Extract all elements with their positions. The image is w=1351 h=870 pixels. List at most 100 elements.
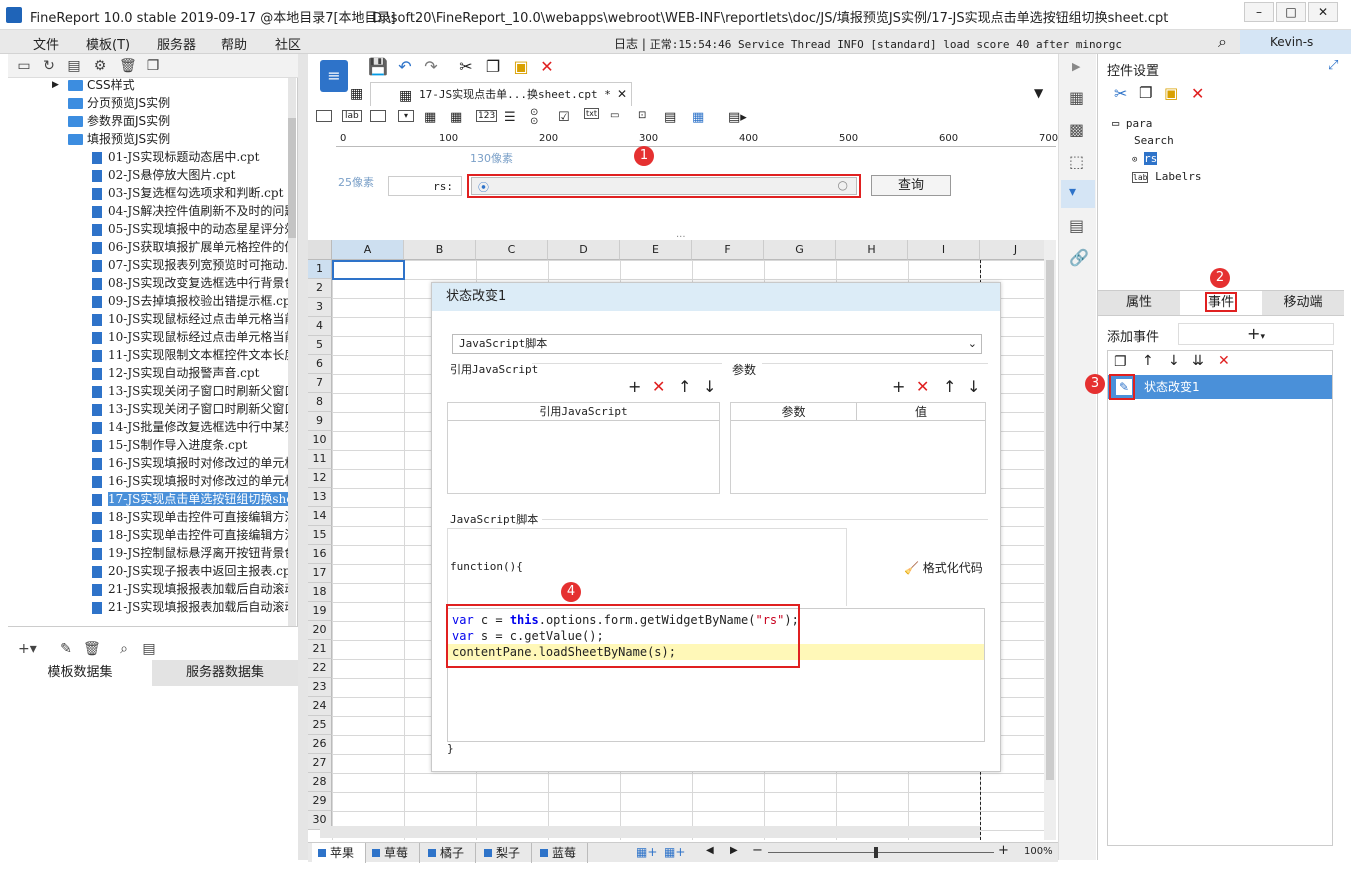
zoom-slider[interactable] xyxy=(768,852,994,853)
sheet-tab-orange[interactable]: 橘子 xyxy=(422,843,476,863)
tree-file[interactable]: 15-JS制作导入进度条.cpt xyxy=(8,436,290,454)
menu-template[interactable]: 模板(T) xyxy=(86,34,130,53)
tree-file[interactable]: 09-JS去掉填报校验出错提示框.cp xyxy=(8,292,290,310)
ref-js-table[interactable]: 引用JavaScript xyxy=(447,402,720,494)
row-header[interactable]: 13 xyxy=(308,488,332,507)
tree-file[interactable]: 14-JS批量修改复选框选中行中某列 xyxy=(8,418,290,436)
expand-icon[interactable]: ▤ xyxy=(1069,216,1084,235)
condition-attr-icon[interactable]: ▩ xyxy=(1069,120,1084,139)
tree-file[interactable]: 02-JS悬停放大图片.cpt xyxy=(8,166,290,184)
query-button[interactable]: 查询 xyxy=(871,175,951,196)
row-header[interactable]: 29 xyxy=(308,792,332,811)
new-template-icon[interactable]: ≡ xyxy=(320,60,348,92)
zoom-out-icon[interactable]: − xyxy=(752,843,763,858)
add-polysheet-icon[interactable]: ▦+ xyxy=(664,845,685,859)
move-bottom-icon[interactable]: ⇊ xyxy=(1192,353,1204,369)
widget-checkbox-icon[interactable]: ☑ xyxy=(558,110,570,125)
copy-icon[interactable]: ❐ xyxy=(482,56,504,78)
row-header[interactable]: 23 xyxy=(308,678,332,697)
tree-file[interactable]: 10-JS实现鼠标经过点击单元格当前 xyxy=(8,328,290,346)
undo-icon[interactable]: ↶ xyxy=(394,56,416,78)
column-header[interactable]: H xyxy=(836,240,908,260)
next-sheet-icon[interactable]: ▶ xyxy=(730,845,738,856)
chevron-down-icon[interactable]: ⌄ xyxy=(968,335,977,353)
tree-file[interactable]: 13-JS实现关闭子窗口时刷新父窗口 xyxy=(8,400,290,418)
row-header[interactable]: 10 xyxy=(308,431,332,450)
sheet-tab-strawberry[interactable]: 草莓 xyxy=(366,843,420,863)
delete-icon[interactable]: 🗑 xyxy=(83,641,101,657)
splitter[interactable] xyxy=(298,54,308,860)
link-icon[interactable]: 🔗 xyxy=(1069,248,1089,267)
move-up-icon[interactable]: ↑ xyxy=(678,379,691,395)
tree-folder[interactable]: ▶ CSS样式 xyxy=(8,78,290,94)
cell-element-icon[interactable]: ⬚ xyxy=(1069,152,1084,171)
delete-icon[interactable]: ✕ xyxy=(1191,84,1204,103)
widget-text-icon[interactable]: txt xyxy=(584,108,600,119)
widget-number-icon[interactable]: 123 xyxy=(476,110,498,122)
tree-file[interactable]: 19-JS控制鼠标悬浮离开按钮背景色 xyxy=(8,544,290,562)
format-code-button[interactable]: 🧹 格式化代码 xyxy=(904,559,983,576)
add-event-button[interactable]: +▾ xyxy=(1178,323,1334,345)
tree-file[interactable]: 04-JS解决控件值刷新不及时的问题 xyxy=(8,202,290,220)
add-icon[interactable]: + xyxy=(628,379,641,395)
menu-help[interactable]: 帮助 xyxy=(221,34,247,53)
tree-file[interactable]: 21-JS实现填报报表加载后自动滚动 xyxy=(8,598,290,616)
corner-cell[interactable] xyxy=(308,240,332,260)
row-header[interactable]: 18 xyxy=(308,583,332,602)
tree-file[interactable]: 08-JS实现改变复选框选中行背景色 xyxy=(8,274,290,292)
row-header[interactable]: 27 xyxy=(308,754,332,773)
menu-server[interactable]: 服务器 xyxy=(157,34,196,53)
row-header[interactable]: 11 xyxy=(308,450,332,469)
sheet-vscroll[interactable] xyxy=(1044,240,1056,840)
selected-cell[interactable] xyxy=(332,260,405,280)
widget-textarea-icon[interactable]: ☰ xyxy=(504,110,516,125)
column-header[interactable]: E xyxy=(620,240,692,260)
widget-radio-icon[interactable]: ⊙ ⊙ xyxy=(530,108,538,127)
prev-sheet-icon[interactable]: ◀ xyxy=(706,845,714,856)
row-header[interactable]: 5 xyxy=(308,336,332,355)
row-header[interactable]: 7 xyxy=(308,374,332,393)
add-dataset-icon[interactable]: +▾ xyxy=(18,641,37,657)
row-header[interactable]: 22 xyxy=(308,659,332,678)
row-header[interactable]: 19 xyxy=(308,602,332,621)
row-header[interactable]: 2 xyxy=(308,279,332,298)
menu-file[interactable]: 文件 xyxy=(33,34,59,53)
widget-tree-icon[interactable]: ⊡ xyxy=(638,110,646,121)
column-header[interactable]: J xyxy=(980,240,1052,260)
tree-folder[interactable]: 参数界面JS实例 xyxy=(8,112,290,130)
remove-icon[interactable]: ✕ xyxy=(916,379,929,395)
refresh-icon[interactable]: ↻ xyxy=(41,58,57,74)
row-header[interactable]: 24 xyxy=(308,697,332,716)
tree-file[interactable]: 03-JS复选框勾选项求和判断.cpt xyxy=(8,184,290,202)
widget-label-icon[interactable] xyxy=(316,110,332,122)
zoom-in-icon[interactable]: + xyxy=(998,843,1009,858)
settings-icon[interactable]: ⚙ xyxy=(92,58,108,74)
close-tab-icon[interactable]: ✕ xyxy=(617,83,627,105)
widget-date-icon[interactable]: ▦ xyxy=(424,110,436,125)
column-header[interactable]: F xyxy=(692,240,764,260)
radio-icon[interactable]: ○ xyxy=(838,178,848,192)
row-header[interactable]: 14 xyxy=(308,507,332,526)
event-item[interactable]: 状态改变1 xyxy=(1108,375,1332,399)
tab-menu-icon[interactable]: ▼ xyxy=(1034,86,1043,100)
script-type-select[interactable]: JavaScript脚本 ⌄ xyxy=(452,334,982,354)
add-icon[interactable]: + xyxy=(892,379,905,395)
row-header[interactable]: 4 xyxy=(308,317,332,336)
widget-textbox-icon[interactable]: lab xyxy=(342,110,362,122)
delete-event-icon[interactable]: ✕ xyxy=(1218,353,1230,369)
tree-file[interactable]: 10-JS实现鼠标经过点击单元格当前 xyxy=(8,310,290,328)
widget-settings-icon[interactable]: ▾ xyxy=(1069,184,1076,200)
widget-more-icon[interactable]: ▤▸ xyxy=(728,110,747,125)
edit-icon[interactable]: ✎ xyxy=(58,641,74,657)
row-header[interactable]: 17 xyxy=(308,564,332,583)
column-header[interactable]: A xyxy=(332,240,404,260)
sheet-tab-blueberry[interactable]: 蓝莓 xyxy=(534,843,588,863)
widget-table-icon[interactable]: ▦ xyxy=(450,110,462,125)
column-header[interactable]: I xyxy=(908,240,980,260)
column-header[interactable]: G xyxy=(764,240,836,260)
move-down-icon[interactable]: ↓ xyxy=(703,379,716,395)
close-window-button[interactable]: ✕ xyxy=(1308,2,1338,22)
widget-frame-icon[interactable]: ▦ xyxy=(692,110,704,125)
widget-list-icon[interactable]: ▤ xyxy=(664,110,676,125)
tree-scrollbar[interactable] xyxy=(288,78,296,626)
